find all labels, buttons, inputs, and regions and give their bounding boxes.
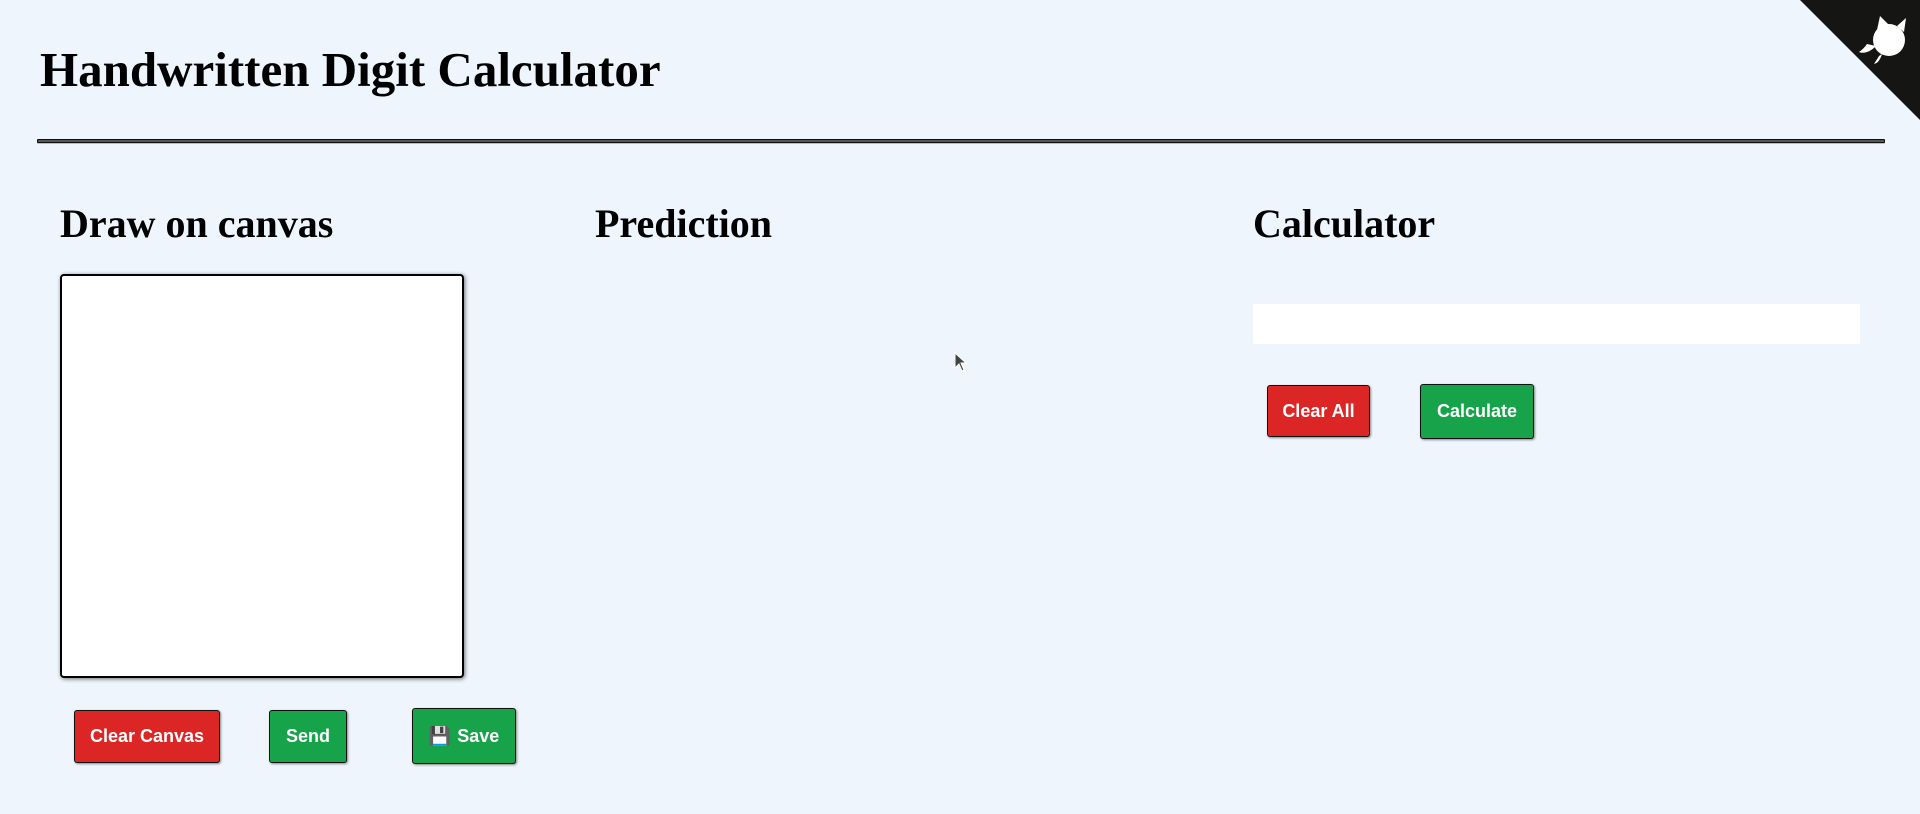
prediction-section-title: Prediction [595, 201, 773, 246]
clear-all-button[interactable]: Clear All [1267, 385, 1370, 437]
clear-canvas-button[interactable]: Clear Canvas [74, 710, 220, 763]
save-label: Save [457, 725, 500, 746]
drawing-canvas[interactable] [60, 274, 464, 678]
floppy-disk-icon: 💾 [428, 725, 452, 746]
clear-all-label: Clear All [1282, 400, 1355, 421]
calculator-section-title: Calculator [1253, 201, 1436, 246]
calculate-label: Calculate [1436, 401, 1518, 421]
draw-section-title: Draw on canvas [60, 201, 334, 246]
calculator-display-input[interactable] [1253, 304, 1860, 344]
send-label: Send [285, 726, 330, 746]
mouse-cursor-icon [954, 352, 968, 372]
save-button[interactable]: 💾 Save [412, 708, 516, 764]
github-cat-icon [1800, 0, 1920, 120]
clear-canvas-label: Clear Canvas [89, 726, 205, 746]
calculate-button[interactable]: Calculate [1420, 384, 1534, 439]
send-button[interactable]: Send [269, 710, 347, 763]
github-corner-link[interactable] [1800, 0, 1920, 120]
page-title: Handwritten Digit Calculator [40, 42, 661, 97]
title-divider [37, 139, 1885, 143]
